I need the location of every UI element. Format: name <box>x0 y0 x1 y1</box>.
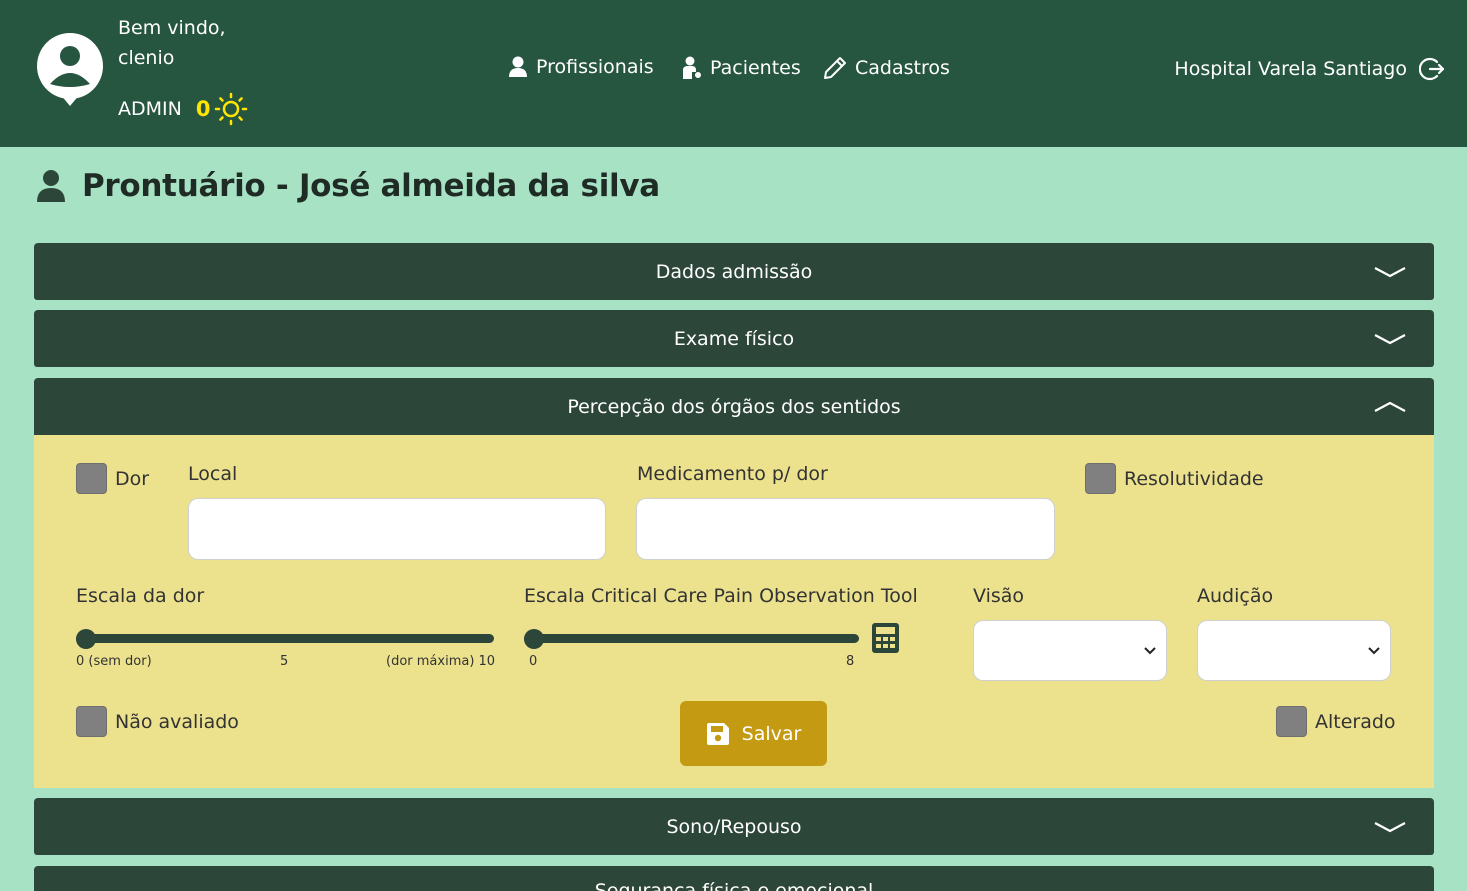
audicao-select[interactable] <box>1197 620 1391 681</box>
nav-cadastros-label: Cadastros <box>855 57 950 79</box>
cpot-slider[interactable] <box>524 634 859 643</box>
patient-icon <box>683 56 701 79</box>
user-avatar-icon <box>37 33 103 106</box>
logout-icon[interactable] <box>1419 56 1445 82</box>
resolutividade-checkbox[interactable] <box>1085 463 1116 494</box>
section-label: Percepção dos órgãos dos sentidos <box>567 395 901 418</box>
save-button-label: Salvar <box>741 722 802 745</box>
save-button[interactable]: Salvar <box>680 701 827 766</box>
pencil-icon <box>824 57 846 79</box>
escala-dor-tick-max: (dor máxima) 10 <box>386 654 496 669</box>
percepcao-panel: Dor Local Medicamento p/ dor Resolutivid… <box>34 435 1434 788</box>
resolutividade-label: Resolutividade <box>1124 467 1264 490</box>
section-label: Segurança física e emocional <box>594 880 874 891</box>
cpot-tick-min: 0 <box>529 654 538 669</box>
section-percepcao-orgaos-sentidos[interactable]: Percepção dos órgãos dos sentidos <box>34 378 1434 435</box>
notification-count: 0 <box>195 97 211 121</box>
calculator-icon[interactable] <box>871 622 900 654</box>
resolutividade-checkbox-group: Resolutividade <box>1085 463 1264 494</box>
hospital-name: Hospital Varela Santiago <box>1174 58 1407 80</box>
local-input[interactable] <box>188 498 606 560</box>
chevron-down-icon <box>1374 333 1406 344</box>
section-sono-repouso[interactable]: Sono/Repouso <box>34 798 1434 855</box>
nav-pacientes[interactable]: Pacientes <box>680 56 801 80</box>
user-role: ADMIN <box>118 98 182 120</box>
escala-dor-label: Escala da dor <box>76 585 205 607</box>
alterado-label: Alterado <box>1315 710 1396 733</box>
cpot-label: Escala Critical Care Pain Observation To… <box>524 585 918 607</box>
nao-avaliado-checkbox-group: Não avaliado <box>76 706 239 737</box>
user-icon <box>509 56 527 77</box>
alterado-checkbox-group: Alterado <box>1276 706 1396 737</box>
welcome-text: Bem vindo, clenio <box>118 13 226 73</box>
nao-avaliado-label: Não avaliado <box>115 710 239 733</box>
section-dados-admissao[interactable]: Dados admissão <box>34 243 1434 300</box>
welcome-greeting: Bem vindo, <box>118 17 226 39</box>
cpot-tick-max: 8 <box>846 654 855 669</box>
nav-pacientes-label: Pacientes <box>710 57 801 79</box>
alterado-checkbox[interactable] <box>1276 706 1307 737</box>
chevron-up-icon <box>1374 401 1406 412</box>
visao-select[interactable] <box>973 620 1167 681</box>
hospital-area: Hospital Varela Santiago <box>1174 56 1445 82</box>
sun-icon[interactable] <box>214 92 248 126</box>
dor-label: Dor <box>115 467 150 490</box>
escala-dor-slider[interactable] <box>76 634 494 643</box>
escala-dor-tick-min: 0 (sem dor) <box>76 654 152 669</box>
dor-checkbox-group: Dor <box>76 463 149 494</box>
section-exame-fisico[interactable]: Exame físico <box>34 310 1434 367</box>
nav-cadastros[interactable]: Cadastros <box>823 56 950 80</box>
chevron-down-icon <box>1368 646 1380 654</box>
nav-profissionais-label: Profissionais <box>536 56 654 78</box>
section-label: Sono/Repouso <box>666 815 802 838</box>
floppy-disk-icon <box>706 722 729 745</box>
page-title: Prontuário - José almeida da silva <box>36 168 660 204</box>
user-name: clenio <box>118 47 175 69</box>
visao-label: Visão <box>973 585 1025 607</box>
medicamento-input[interactable] <box>636 498 1055 560</box>
chevron-down-icon <box>1374 821 1406 832</box>
section-label: Dados admissão <box>655 260 813 283</box>
chevron-down-icon <box>1374 266 1406 277</box>
medicamento-label: Medicamento p/ dor <box>637 463 828 485</box>
escala-dor-tick-mid: 5 <box>280 654 289 669</box>
user-icon <box>37 170 65 202</box>
section-label: Exame físico <box>673 327 795 350</box>
role-row: ADMIN 0 <box>118 92 248 126</box>
chevron-down-icon <box>1144 646 1156 654</box>
cpot-slider-thumb[interactable] <box>524 629 544 649</box>
top-navbar: Bem vindo, clenio ADMIN 0 Profissionais <box>0 0 1467 147</box>
local-label: Local <box>188 463 238 485</box>
section-seguranca-fisica-emocional[interactable]: Segurança física e emocional <box>34 866 1434 891</box>
page-title-text: Prontuário - José almeida da silva <box>82 168 660 204</box>
dor-checkbox[interactable] <box>76 463 107 494</box>
escala-dor-slider-thumb[interactable] <box>76 629 96 649</box>
nav-profissionais[interactable]: Profissionais <box>508 56 654 78</box>
nao-avaliado-checkbox[interactable] <box>76 706 107 737</box>
audicao-label: Audição <box>1197 585 1274 607</box>
